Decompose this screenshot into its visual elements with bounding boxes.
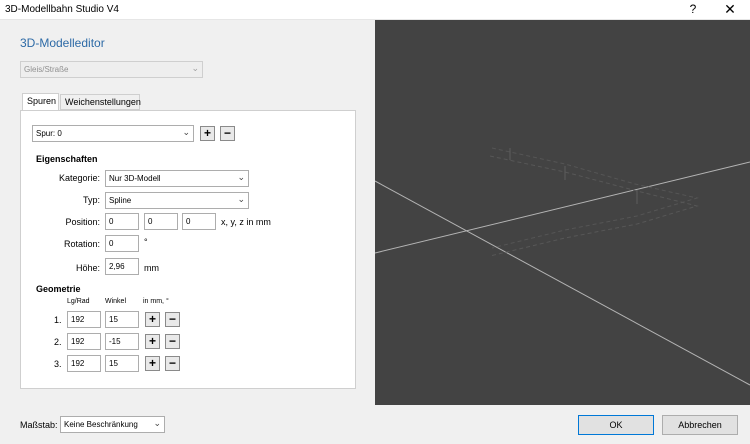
rotation-input[interactable]: 0 [105,235,139,252]
chevron-down-icon: ⌄ [191,63,199,73]
kategorie-select[interactable]: Nur 3D-Modell ⌄ [105,170,249,187]
col-lg-rad: Lg/Rad [67,298,90,305]
position-y-input[interactable]: 0 [144,213,178,230]
tab-spuren-label: Spuren [27,96,57,106]
editor-panel: 3D-Modelleditor Gleis/Straße ⌄ Spuren We… [0,20,375,405]
help-button[interactable]: ? [683,2,703,18]
spur-select-value: Spur: 0 [36,129,62,138]
winkel-input[interactable]: 15 [105,355,139,372]
remove-segment-button[interactable]: − [165,334,180,349]
kategorie-select-value: Nur 3D-Modell [109,174,161,183]
footer-bar: Maßstab: Keine Beschränkung ⌄ OK Abbrech… [0,405,750,444]
remove-segment-button[interactable]: − [165,312,180,327]
winkel-input[interactable]: 15 [105,311,139,328]
rotation-unit: ° [144,237,148,247]
lg-rad-input[interactable]: 192 [67,355,101,372]
hoehe-unit: mm [144,263,159,273]
winkel-input[interactable]: -15 [105,333,139,350]
viewport-canvas [374,147,750,386]
lg-rad-input[interactable]: 192 [67,311,101,328]
add-segment-button[interactable]: + [145,334,160,349]
3d-viewport[interactable] [374,20,750,405]
col-unit: in mm, ° [143,298,169,305]
ok-button[interactable]: OK [578,415,654,435]
add-segment-button[interactable]: + [145,356,160,371]
col-winkel: Winkel [105,298,127,305]
rotation-label: Rotation: [63,239,100,249]
massstab-select[interactable]: Keine Beschränkung ⌄ [60,416,165,433]
position-unit: x, y, z in mm [221,217,271,227]
window-title: 3D-Modellbahn Studio V4 [5,4,119,15]
remove-spur-button[interactable]: − [220,126,235,141]
category-select[interactable]: Gleis/Straße ⌄ [20,61,203,78]
hoehe-label: Höhe: [75,263,100,273]
position-x-input[interactable]: 0 [105,213,139,230]
track-spline-outline [491,147,699,249]
row-number: 2. [54,337,62,347]
massstab-label: Maßstab: [20,420,58,430]
kategorie-label: Kategorie: [58,173,100,183]
tab-weichenstellungen-label: Weichenstellungen [65,97,141,107]
row-number: 3. [54,359,62,369]
position-z-input[interactable]: 0 [182,213,216,230]
tab-weichenstellungen[interactable]: Weichenstellungen [60,94,141,110]
remove-segment-button[interactable]: − [165,356,180,371]
typ-select-value: Spline [109,196,132,205]
geometrie-heading: Geometrie [36,284,81,294]
typ-select[interactable]: Spline ⌄ [105,192,249,209]
editor-title: 3D-Modelleditor [20,36,105,50]
massstab-select-value: Keine Beschränkung [64,420,138,429]
close-button[interactable]: ✕ [717,1,743,19]
cancel-button[interactable]: Abbrechen [662,415,738,435]
eigenschaften-heading: Eigenschaften [36,154,98,164]
chevron-down-icon: ⌄ [153,418,161,428]
title-bar: 3D-Modellbahn Studio V4 ? ✕ [0,0,750,20]
add-segment-button[interactable]: + [145,312,160,327]
position-label: Position: [65,217,100,227]
hoehe-input[interactable]: 2,96 [105,258,139,275]
grid-line [374,180,750,386]
chevron-down-icon: ⌄ [182,127,190,137]
row-number: 1. [54,315,62,325]
add-spur-button[interactable]: + [200,126,215,141]
grid-line [374,161,750,254]
chevron-down-icon: ⌄ [237,172,245,182]
lg-rad-input[interactable]: 192 [67,333,101,350]
chevron-down-icon: ⌄ [237,194,245,204]
spur-select[interactable]: Spur: 0 ⌄ [32,125,194,142]
tab-panel-spuren: Spur: 0 ⌄ + − Eigenschaften Kategorie: N… [20,110,356,389]
tab-spuren[interactable]: Spuren [22,93,59,111]
typ-label: Typ: [82,195,100,205]
category-select-value: Gleis/Straße [24,65,69,74]
